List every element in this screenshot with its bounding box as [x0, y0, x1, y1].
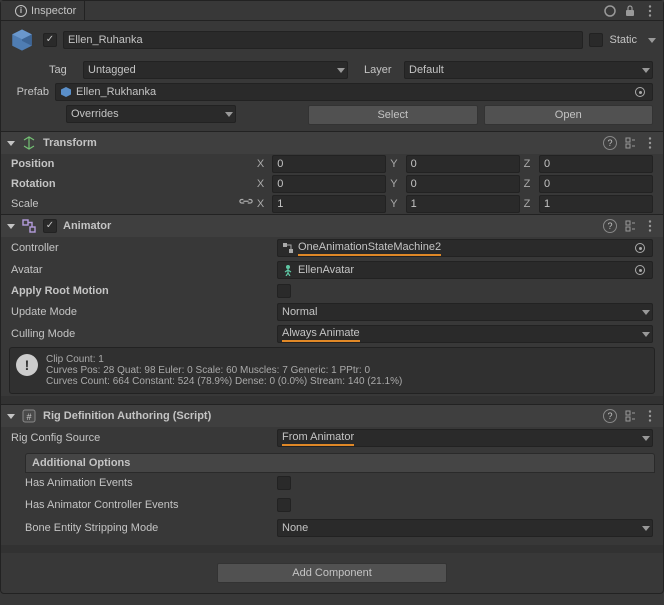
- prefab-label: Prefab: [11, 86, 49, 98]
- animator-header[interactable]: Animator ?: [1, 214, 663, 237]
- culling-mode-label: Culling Mode: [11, 328, 271, 340]
- close-icon[interactable]: [603, 4, 617, 18]
- rotation-x-input[interactable]: [272, 175, 386, 193]
- controller-label: Controller: [11, 242, 271, 254]
- component-menu-icon[interactable]: [643, 409, 657, 423]
- rig-config-source-label: Rig Config Source: [11, 432, 271, 444]
- gameobject-header: Static: [1, 21, 663, 59]
- tag-dropdown[interactable]: Untagged: [83, 61, 348, 79]
- foldout-icon: [7, 414, 15, 419]
- component-menu-icon[interactable]: [643, 219, 657, 233]
- transform-header[interactable]: Transform ?: [1, 131, 663, 154]
- inspector-tab[interactable]: i Inspector: [7, 1, 85, 20]
- bone-entity-stripping-dropdown[interactable]: None: [277, 519, 653, 537]
- preset-icon[interactable]: [623, 219, 637, 233]
- layer-dropdown[interactable]: Default: [404, 61, 653, 79]
- foldout-icon: [7, 141, 15, 146]
- additional-options-header: Additional Options: [25, 453, 655, 473]
- static-dropdown-icon[interactable]: [643, 31, 657, 49]
- static-label: Static: [609, 34, 637, 46]
- update-mode-label: Update Mode: [11, 306, 271, 318]
- warning-icon: !: [16, 354, 38, 376]
- transform-title: Transform: [43, 137, 97, 149]
- position-z-input[interactable]: [539, 155, 653, 173]
- layer-label: Layer: [364, 64, 398, 76]
- scale-x-input[interactable]: [272, 195, 386, 213]
- has-animator-controller-events-checkbox[interactable]: [277, 498, 291, 512]
- preset-icon[interactable]: [623, 136, 637, 150]
- animator-enabled-checkbox[interactable]: [43, 219, 57, 233]
- animator-controller-icon: [282, 242, 294, 254]
- avatar-label: Avatar: [11, 264, 271, 276]
- avatar-icon: [282, 264, 294, 276]
- animator-title: Animator: [63, 220, 111, 232]
- prefab-open-button[interactable]: Open: [484, 105, 654, 125]
- foldout-icon: [7, 224, 15, 229]
- gameobject-name-input[interactable]: [63, 31, 583, 49]
- gameobject-active-checkbox[interactable]: [43, 33, 57, 47]
- info-icon: i: [15, 5, 27, 17]
- transform-icon: [21, 135, 37, 151]
- scale-label: Scale: [11, 198, 39, 210]
- rig-config-source-dropdown[interactable]: From Animator: [277, 429, 653, 447]
- object-picker-icon[interactable]: [632, 262, 648, 278]
- scale-y-input[interactable]: [406, 195, 520, 213]
- apply-root-motion-label: Apply Root Motion: [11, 285, 271, 297]
- controller-field[interactable]: OneAnimationStateMachine2: [277, 239, 653, 257]
- position-label: Position: [11, 158, 253, 170]
- add-component-button[interactable]: Add Component: [217, 563, 447, 583]
- script-icon: #: [21, 408, 37, 424]
- culling-mode-dropdown[interactable]: Always Animate: [277, 325, 653, 343]
- prefab-cube-icon: [7, 25, 37, 55]
- animator-info-box: ! Clip Count: 1 Curves Pos: 28 Quat: 98 …: [9, 347, 655, 394]
- rotation-label: Rotation: [11, 178, 253, 190]
- window-menu-icon[interactable]: [643, 4, 657, 18]
- update-mode-dropdown[interactable]: Normal: [277, 303, 653, 321]
- rotation-z-input[interactable]: [539, 175, 653, 193]
- prefab-select-button[interactable]: Select: [308, 105, 478, 125]
- prefab-icon: [60, 86, 72, 98]
- rigdef-header[interactable]: # Rig Definition Authoring (Script) ?: [1, 404, 663, 427]
- window-titlebar: i Inspector: [1, 1, 663, 21]
- rotation-y-input[interactable]: [406, 175, 520, 193]
- animator-icon: [21, 218, 37, 234]
- preset-icon[interactable]: [623, 409, 637, 423]
- bone-entity-stripping-label: Bone Entity Stripping Mode: [25, 522, 271, 534]
- apply-root-motion-checkbox[interactable]: [277, 284, 291, 298]
- help-icon[interactable]: ?: [603, 409, 617, 423]
- has-animation-events-label: Has Animation Events: [25, 477, 271, 489]
- tag-label: Tag: [49, 64, 77, 76]
- object-picker-icon[interactable]: [632, 84, 648, 100]
- help-icon[interactable]: ?: [603, 219, 617, 233]
- scale-z-input[interactable]: [539, 195, 653, 213]
- has-animation-events-checkbox[interactable]: [277, 476, 291, 490]
- rigdef-title: Rig Definition Authoring (Script): [43, 410, 211, 422]
- help-icon[interactable]: ?: [603, 136, 617, 150]
- window-title: Inspector: [31, 5, 76, 17]
- static-checkbox[interactable]: [589, 33, 603, 47]
- lock-icon[interactable]: [623, 4, 637, 18]
- position-x-input[interactable]: [272, 155, 386, 173]
- object-picker-icon[interactable]: [632, 240, 648, 256]
- constrain-scale-icon[interactable]: [239, 198, 253, 211]
- overrides-dropdown[interactable]: Overrides: [66, 105, 236, 123]
- avatar-field[interactable]: EllenAvatar: [277, 261, 653, 279]
- prefab-asset-field[interactable]: Ellen_Rukhanka: [55, 83, 653, 101]
- component-menu-icon[interactable]: [643, 136, 657, 150]
- position-y-input[interactable]: [406, 155, 520, 173]
- svg-text:#: #: [26, 412, 31, 422]
- has-animator-controller-events-label: Has Animator Controller Events: [25, 499, 271, 511]
